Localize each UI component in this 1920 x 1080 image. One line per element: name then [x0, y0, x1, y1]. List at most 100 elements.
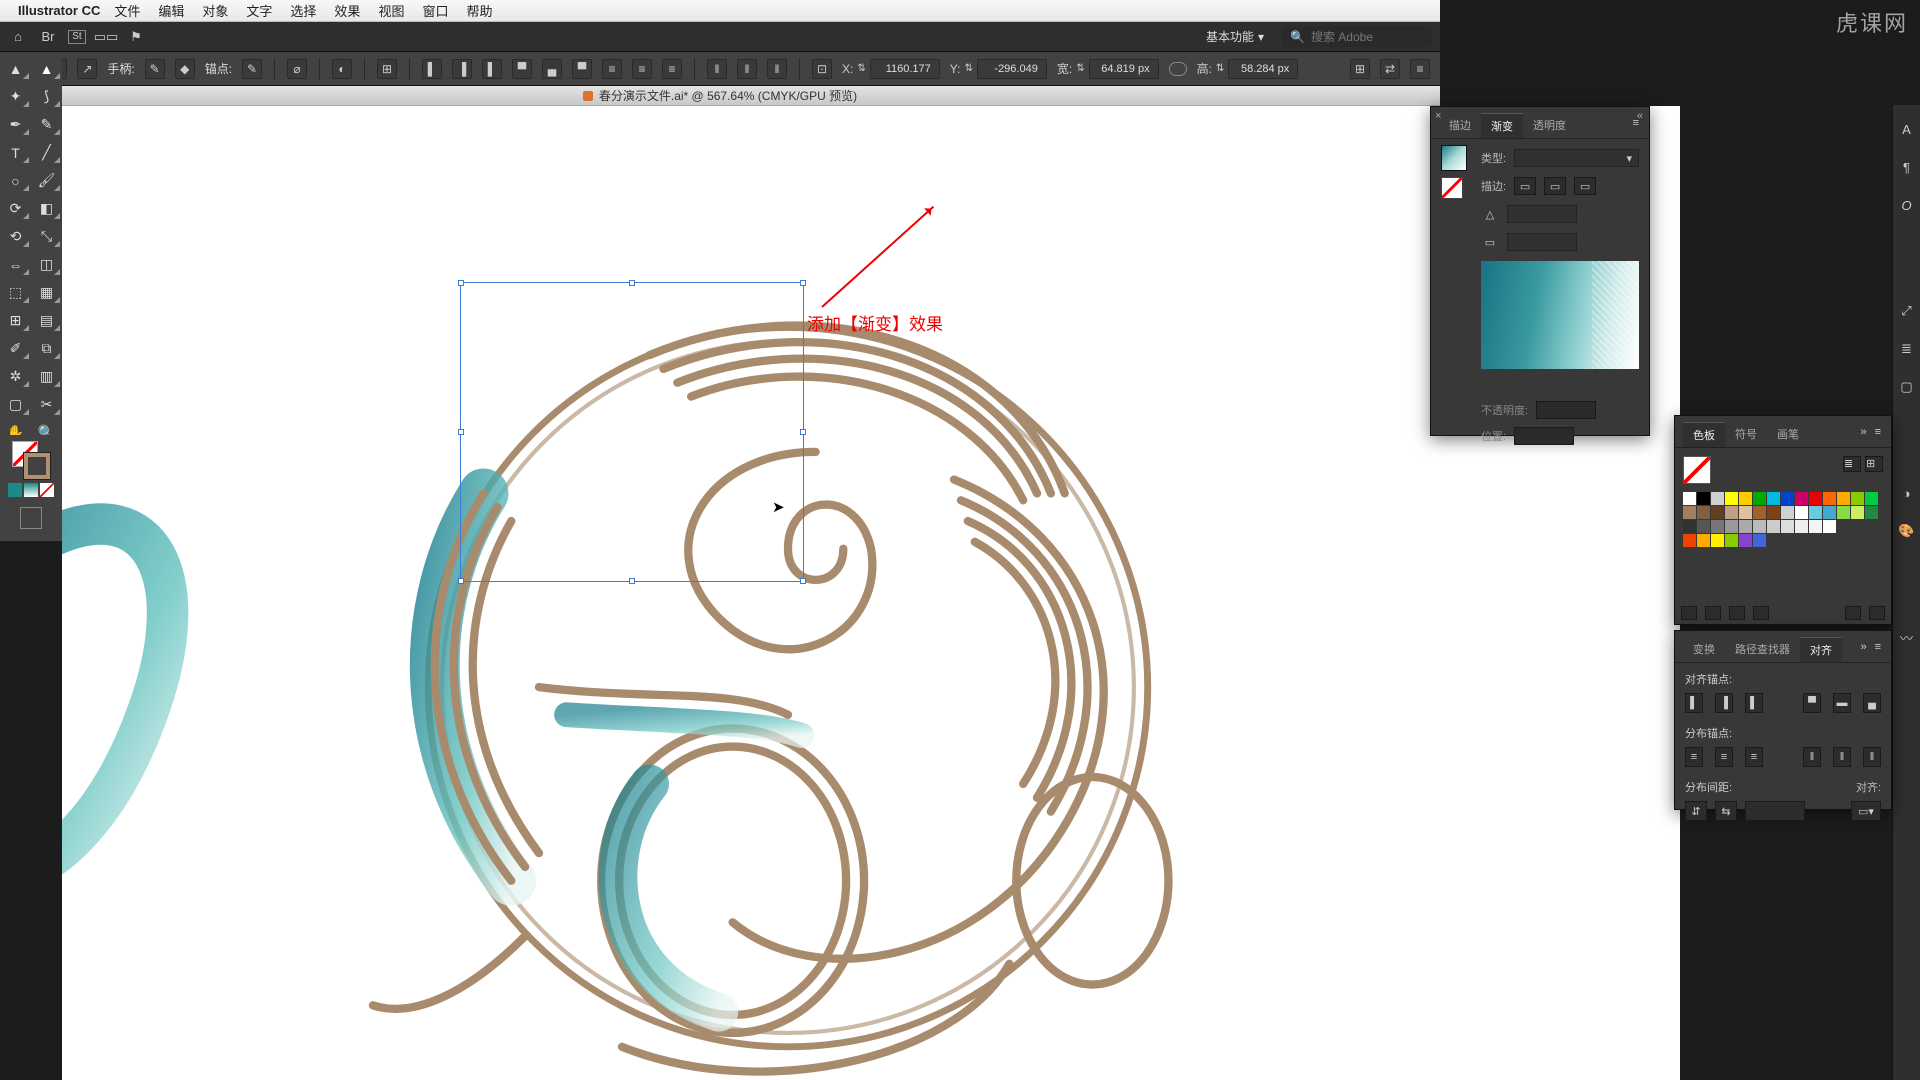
- anchor-remove-icon[interactable]: ✎: [242, 59, 262, 79]
- swatch-cell[interactable]: [1851, 492, 1864, 505]
- paragraph-panel-icon[interactable]: ¶: [1897, 157, 1917, 177]
- gradient-opacity-input[interactable]: [1536, 401, 1596, 419]
- swatch-cell[interactable]: [1865, 506, 1878, 519]
- swatch-cell[interactable]: [1795, 520, 1808, 533]
- menu-select[interactable]: 选择: [290, 1, 316, 20]
- cut-path-icon[interactable]: ⌀: [287, 59, 307, 79]
- eraser-tool[interactable]: ◧: [31, 196, 62, 221]
- tab-stroke[interactable]: 描边: [1439, 113, 1481, 138]
- arrange-icon[interactable]: ▭▭: [96, 27, 116, 47]
- swatch-cell[interactable]: [1711, 534, 1724, 547]
- swatch-cell[interactable]: [1767, 506, 1780, 519]
- swatch-cell[interactable]: [1781, 534, 1794, 547]
- swatch-cell[interactable]: [1851, 520, 1864, 533]
- gradient-fill-swatch[interactable]: [1441, 145, 1467, 171]
- selection-tool[interactable]: ▲: [0, 56, 31, 81]
- swatch-cell[interactable]: [1725, 534, 1738, 547]
- slice-tool[interactable]: ✂: [31, 392, 62, 417]
- swatch-cell[interactable]: [1795, 492, 1808, 505]
- stroke-swatch[interactable]: [24, 453, 50, 479]
- swatch-cell[interactable]: [1823, 506, 1836, 519]
- swatch-cell[interactable]: [1767, 534, 1780, 547]
- panel-collapse-icon[interactable]: »: [1854, 637, 1872, 662]
- character-panel-icon[interactable]: A: [1897, 119, 1917, 139]
- gradient-mode-icon[interactable]: [24, 483, 38, 497]
- dist-h2-icon[interactable]: ≡: [632, 59, 652, 79]
- draw-mode-icon[interactable]: [20, 507, 42, 529]
- swatch-cell[interactable]: [1683, 492, 1696, 505]
- swatches-grid[interactable]: [1683, 492, 1883, 547]
- reference-point-icon[interactable]: ⊡: [812, 59, 832, 79]
- align-to-dropdown[interactable]: ▭▾: [1851, 801, 1881, 821]
- stroke-mode-1-icon[interactable]: ▭: [1514, 177, 1536, 195]
- align-top-button[interactable]: ▀: [1803, 693, 1821, 713]
- swatch-cell[interactable]: [1725, 520, 1738, 533]
- swatch-cell[interactable]: [1795, 534, 1808, 547]
- perspective-tool[interactable]: ▦: [31, 280, 62, 305]
- symbol-sprayer-tool[interactable]: ✲: [0, 364, 31, 389]
- swatch-cell[interactable]: [1823, 534, 1836, 547]
- bridge-icon[interactable]: Br: [38, 27, 58, 47]
- swatch-cell[interactable]: [1809, 492, 1822, 505]
- swatch-cell[interactable]: [1753, 506, 1766, 519]
- blend-tool[interactable]: ⧉: [31, 336, 62, 361]
- swatch-cell[interactable]: [1837, 520, 1850, 533]
- menu-object[interactable]: 对象: [202, 1, 228, 20]
- swatch-cell[interactable]: [1865, 492, 1878, 505]
- menu-help[interactable]: 帮助: [466, 1, 492, 20]
- swatch-cell[interactable]: [1739, 520, 1752, 533]
- swatch-cell[interactable]: [1739, 506, 1752, 519]
- swatch-cell[interactable]: [1725, 506, 1738, 519]
- menu-effect[interactable]: 效果: [334, 1, 360, 20]
- x-value[interactable]: 1160.177: [870, 59, 940, 79]
- w-value[interactable]: 64.819 px: [1089, 59, 1159, 79]
- swatch-cell[interactable]: [1725, 492, 1738, 505]
- align-vcenter-icon[interactable]: ▄: [542, 59, 562, 79]
- arrange-icon2[interactable]: ⇄: [1380, 59, 1400, 79]
- free-transform-tool[interactable]: ◫: [31, 252, 62, 277]
- dist-h1-icon[interactable]: ≡: [602, 59, 622, 79]
- color-guide-panel-icon[interactable]: 🎨: [1897, 521, 1917, 541]
- direct-selection-tool[interactable]: ▲: [31, 56, 62, 81]
- dist-right-button[interactable]: ‖: [1863, 747, 1881, 767]
- gradient-stroke-swatch[interactable]: [1441, 177, 1463, 199]
- panel-collapse-icon[interactable]: «: [1637, 110, 1643, 122]
- menu-window[interactable]: 窗口: [422, 1, 448, 20]
- gradient-angle-input[interactable]: [1507, 205, 1577, 223]
- shaper-tool[interactable]: ⟳: [0, 196, 31, 221]
- swatch-cell[interactable]: [1865, 534, 1878, 547]
- dist-vspace-button[interactable]: ⇵: [1685, 801, 1707, 821]
- swatch-cell[interactable]: [1781, 506, 1794, 519]
- gradient-preview[interactable]: [1481, 261, 1639, 369]
- gradient-location-input[interactable]: [1514, 427, 1574, 445]
- tab-symbols[interactable]: 符号: [1725, 422, 1767, 447]
- curvature-tool[interactable]: ✎: [31, 112, 62, 137]
- swatch-cell[interactable]: [1739, 492, 1752, 505]
- tab-brushes[interactable]: 画笔: [1767, 422, 1809, 447]
- rotate-tool[interactable]: ⟲: [0, 224, 31, 249]
- swatches-panel[interactable]: 色板 符号 画笔 » ≡ ≣ ⊞: [1674, 415, 1892, 625]
- gradient-aspect-input[interactable]: [1507, 233, 1577, 251]
- none-mode-icon[interactable]: [40, 483, 54, 497]
- align-hcenter-button[interactable]: ▐: [1715, 693, 1733, 713]
- menu-type[interactable]: 文字: [246, 1, 272, 20]
- expand-panel-icon[interactable]: ⤢: [1897, 301, 1917, 321]
- swatch-cell[interactable]: [1683, 534, 1696, 547]
- swatch-cell[interactable]: [1809, 520, 1822, 533]
- search-input[interactable]: 🔍 搜索 Adobe: [1282, 26, 1432, 47]
- line-tool[interactable]: ╱: [31, 140, 62, 165]
- selection-bounding-box[interactable]: [460, 282, 804, 582]
- shape-builder-tool[interactable]: ⬚: [0, 280, 31, 305]
- swatch-cell[interactable]: [1753, 520, 1766, 533]
- gradient-slider[interactable]: [1481, 379, 1639, 393]
- stroke-mode-2-icon[interactable]: ▭: [1544, 177, 1566, 195]
- type-tool[interactable]: T: [0, 140, 31, 165]
- workspace-switcher[interactable]: 基本功能 ▾: [1198, 26, 1272, 47]
- swatch-options-icon[interactable]: [1729, 606, 1745, 620]
- swatch-cell[interactable]: [1837, 506, 1850, 519]
- align-bottom-button[interactable]: ▄: [1863, 693, 1881, 713]
- opentype-panel-icon[interactable]: O: [1897, 195, 1917, 215]
- swatches-fill-indicator[interactable]: [1683, 456, 1711, 484]
- gradient-type-dropdown[interactable]: ▾: [1514, 149, 1639, 167]
- swatch-cell[interactable]: [1767, 520, 1780, 533]
